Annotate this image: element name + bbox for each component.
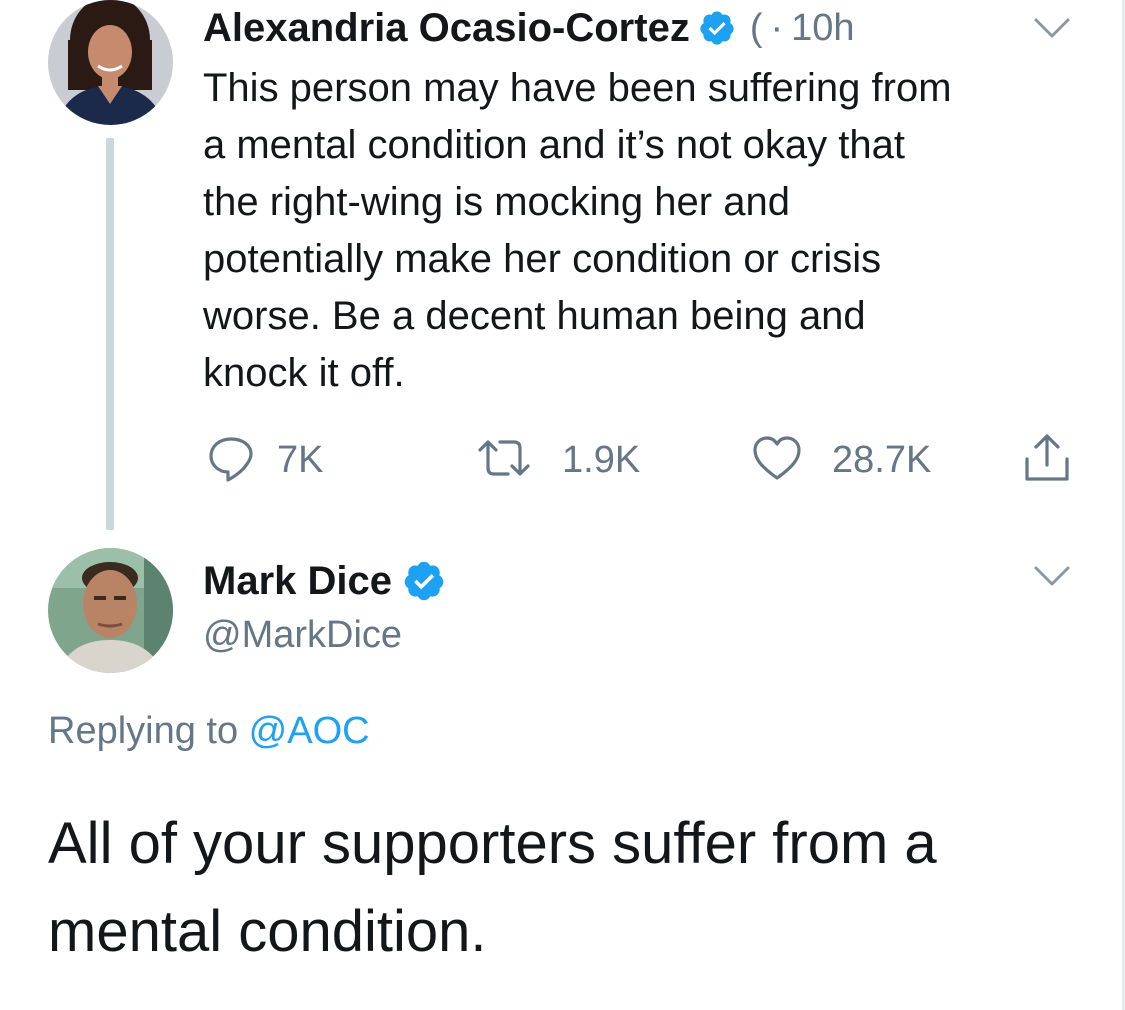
retweet-icon (476, 434, 532, 487)
verified-badge-icon (698, 9, 736, 47)
replying-to-mention-link[interactable]: @AOC (249, 710, 370, 752)
like-count: 28.7K (832, 438, 932, 481)
like-button[interactable]: 28.7K (752, 434, 931, 486)
chevron-down-icon[interactable] (1032, 564, 1072, 588)
parent-timestamp[interactable]: 10h (791, 7, 854, 50)
reply-tweet-header: Mark Dice (203, 556, 446, 606)
parent-author-name[interactable]: Alexandria Ocasio-Cortez (203, 6, 690, 51)
avatar-aoc[interactable] (48, 0, 173, 125)
avatar-markdice[interactable] (48, 548, 173, 673)
retweet-count: 1.9K (562, 438, 641, 481)
reply-bubble-icon (207, 434, 255, 487)
reply-count: 7K (277, 438, 324, 481)
parent-tweet-text: This person may have been suffering from… (203, 66, 952, 395)
heart-icon (752, 435, 802, 486)
replying-to-label: Replying to (48, 710, 249, 752)
reply-author-name[interactable]: Mark Dice (203, 559, 392, 604)
replying-to-line: Replying to @AOC (48, 710, 370, 753)
share-icon (1022, 433, 1072, 488)
separator-dot: · (770, 6, 784, 49)
reply-button[interactable]: 7K (207, 434, 323, 486)
reply-tweet-text: All of your supporters suffer from a men… (48, 811, 937, 964)
parent-handle-fragment[interactable]: ( (750, 7, 763, 50)
parent-tweet-header: Alexandria Ocasio-Cortez ( · 10h (203, 6, 855, 50)
chevron-down-icon[interactable] (1032, 16, 1072, 40)
retweet-button[interactable]: 1.9K (476, 434, 640, 486)
verified-badge-icon (402, 559, 446, 603)
thread-connector-line (106, 138, 114, 530)
reply-author-handle[interactable]: @MarkDice (203, 614, 402, 657)
share-button[interactable] (1022, 433, 1072, 488)
